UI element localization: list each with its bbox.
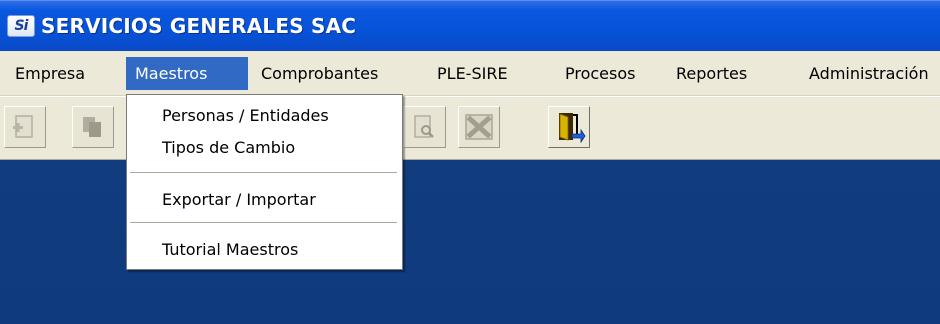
copy-documents-icon [83,117,101,137]
copy-documents-button[interactable] [72,106,114,148]
menu-bar: Empresa Maestros Comprobantes PLE-SIRE P… [0,51,940,96]
maestros-dropdown-menu: Personas / Entidades Tipos de Cambio Exp… [126,94,403,270]
menu-item-tutorial-maestros[interactable]: Tutorial Maestros [127,235,402,265]
print-preview-icon [414,115,434,138]
menu-comprobantes[interactable]: Comprobantes [252,57,387,90]
menu-administracion[interactable]: Administración [800,57,938,90]
window-title: SERVICIOS GENERALES SAC [41,14,357,38]
add-document-icon [13,115,33,138]
title-bar[interactable]: Si SERVICIOS GENERALES SAC [0,0,940,51]
exit-button[interactable] [548,106,590,148]
excel-export-button[interactable] [458,106,500,148]
excel-icon [465,114,493,140]
menu-item-exportar-importar[interactable]: Exportar / Importar [127,185,402,215]
menu-empresa[interactable]: Empresa [6,57,94,90]
add-document-button[interactable] [4,106,46,148]
app-logo-icon: Si [7,15,35,37]
menu-item-tipos-de-cambio[interactable]: Tipos de Cambio [127,133,402,163]
menu-item-personas-entidades[interactable]: Personas / Entidades [127,101,402,131]
menu-separator [130,222,397,223]
menu-reportes[interactable]: Reportes [667,57,756,90]
menu-separator [130,172,397,173]
exit-door-icon [559,113,586,144]
menu-maestros[interactable]: Maestros [126,57,248,90]
menu-procesos[interactable]: Procesos [556,57,644,90]
menu-ple-sire[interactable]: PLE-SIRE [428,57,517,90]
app-window: Si SERVICIOS GENERALES SAC Empresa Maest… [0,0,940,324]
print-preview-button[interactable] [404,106,446,148]
